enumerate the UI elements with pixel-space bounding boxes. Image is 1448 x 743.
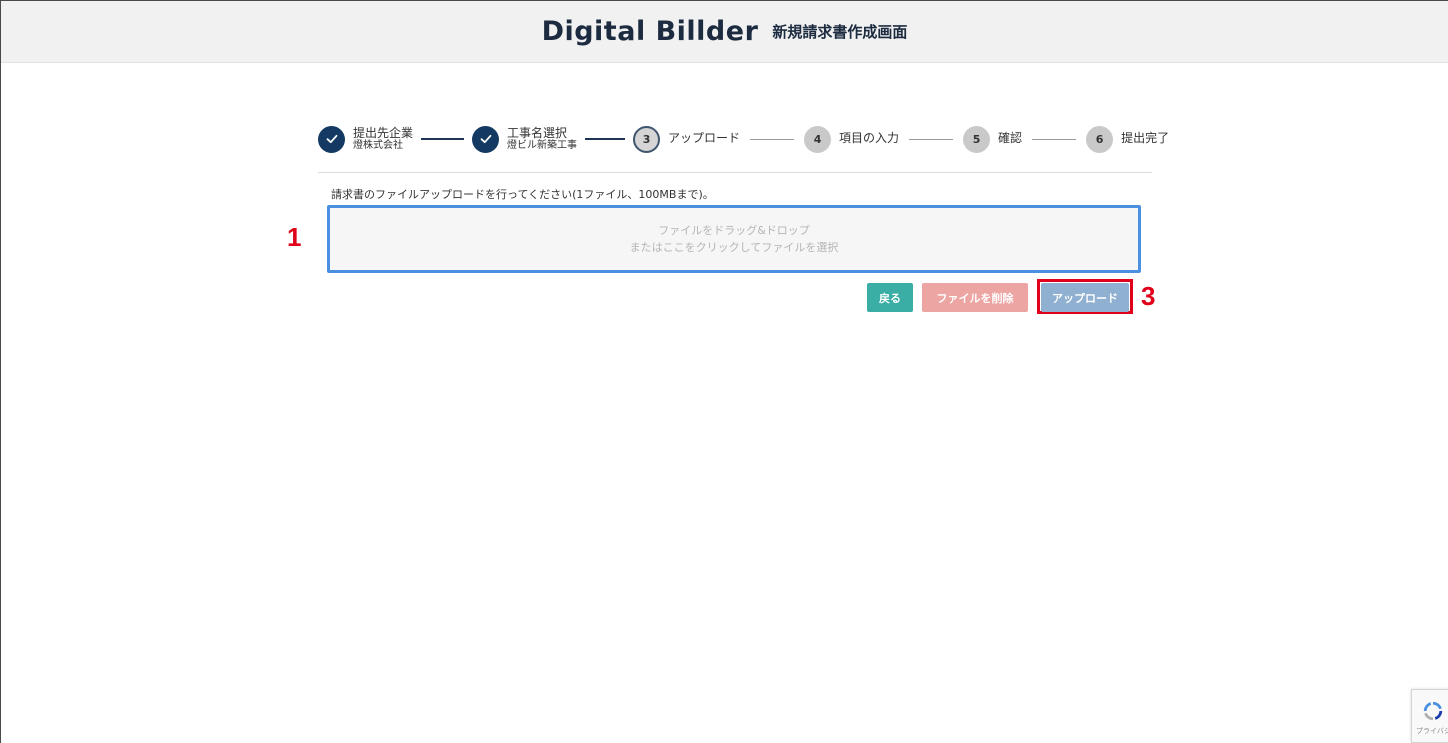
step-confirm: 5 確認 — [963, 125, 1023, 153]
logo-text: Digital Billder — [541, 16, 759, 47]
divider — [318, 172, 1152, 173]
back-button[interactable]: 戻る — [867, 283, 913, 312]
dropzone-text: ファイルをドラッグ&ドロップ — [658, 224, 810, 237]
step-connector — [750, 138, 795, 140]
upload-instruction: 請求書のファイルアップロードを行ってください(1ファイル、100MBまで)。 — [331, 188, 714, 201]
step-label: 工事名選択 — [507, 125, 568, 140]
annotation-marker-3: 3 — [1141, 281, 1156, 311]
step-label: アップロード — [668, 131, 741, 146]
app-header: Digital Billder 新規請求書作成画面 — [1, 1, 1448, 63]
file-dropzone[interactable]: ファイルをドラッグ&ドロップ またはここをクリックしてファイルを選択 — [327, 205, 1141, 273]
step-sub: 燈ビル新築工事 — [507, 140, 578, 152]
step-connector — [909, 138, 954, 140]
step-label: 提出完了 — [1121, 131, 1170, 146]
step-connector — [585, 138, 626, 140]
step-project-name: 工事名選択 燈ビル新築工事 — [472, 125, 578, 153]
step-number: 4 — [804, 125, 832, 153]
check-icon — [472, 125, 500, 153]
annotation-marker-1: 1 — [287, 222, 302, 252]
step-number: 3 — [633, 125, 661, 153]
digital-billder-logo: Digital Billder — [542, 16, 759, 47]
recaptcha-badge[interactable]: プライバシー — [1411, 689, 1448, 743]
step-connector — [1032, 138, 1077, 140]
window-frame — [0, 0, 1448, 743]
check-icon — [318, 125, 345, 153]
step-label: 確認 — [998, 131, 1023, 146]
step-submit-company: 提出先企業 燈株式会社 — [318, 125, 414, 153]
step-input-items: 4 項目の入力 — [804, 125, 900, 153]
dropzone-subtext: またはここをクリックしてファイルを選択 — [629, 241, 839, 254]
step-complete: 6 提出完了 — [1086, 125, 1170, 153]
step-upload: 3 アップロード — [633, 125, 741, 153]
step-label: 提出先企業 — [353, 125, 414, 140]
step-connector — [421, 138, 465, 140]
recaptcha-privacy-link[interactable]: プライバシー — [1416, 726, 1448, 736]
step-number: 6 — [1086, 125, 1114, 153]
step-label: 項目の入力 — [839, 131, 900, 146]
delete-file-button[interactable]: ファイルを削除 — [922, 283, 1028, 312]
step-number: 5 — [963, 125, 991, 153]
recaptcha-icon — [1423, 701, 1443, 721]
step-sub: 燈株式会社 — [353, 140, 403, 152]
progress-stepper: 提出先企業 燈株式会社 工事名選択 燈ビル新築工事 3 アップロード 4 項目の… — [318, 122, 1169, 156]
page-title: 新規請求書作成画面 — [772, 23, 908, 41]
upload-button[interactable]: アップロード — [1041, 283, 1129, 312]
